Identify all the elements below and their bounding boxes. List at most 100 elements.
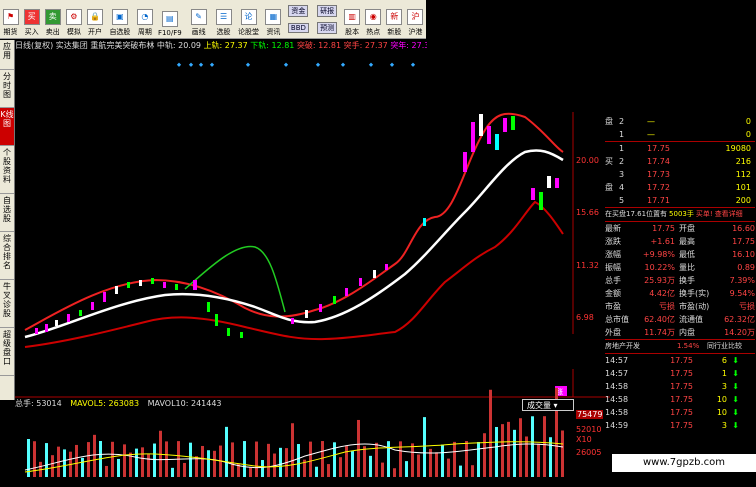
volume-bar	[231, 442, 234, 477]
quote-row: 最新 17.75 开盘 16.60	[605, 222, 755, 235]
indicator-upper: 上轨: 27.37	[203, 41, 248, 50]
quote-value: 14.20万	[724, 328, 755, 337]
sidebar-item-app[interactable]: 应用	[0, 40, 14, 70]
sidebar-item-super-order[interactable]: 超级盘口	[0, 328, 14, 376]
sidebar-item-ranking[interactable]: 综合排名	[0, 232, 14, 280]
tick-price: 17.75	[670, 382, 693, 391]
draw-line-button[interactable]: ✎ 画线	[184, 0, 213, 38]
sector-row[interactable]: 房地产开发 1.54% 同行业比较	[605, 339, 755, 353]
share-capital-button[interactable]: ▥ 股本	[342, 0, 363, 38]
tick-volume: 10	[716, 408, 727, 417]
volume-bar	[471, 465, 474, 477]
forum-button[interactable]: 论论股堂	[234, 0, 263, 38]
f10-button[interactable]: ▤ F10/F9	[155, 0, 184, 38]
quote-row: 振幅 10.22% 量比 0.89	[605, 261, 755, 274]
period-button[interactable]: ◔ 周期	[134, 0, 155, 38]
volume-bar	[243, 441, 246, 477]
volume-bar	[207, 450, 210, 477]
volume-bar	[63, 449, 66, 477]
tick-row: 14:57 17.75 1 ⬇	[605, 367, 755, 380]
indicator-lower: 下轨: 12.81	[250, 41, 295, 50]
volume-bar	[495, 426, 498, 477]
sidebar-item-kline[interactable]: K线图	[0, 108, 14, 146]
fund-bbd-group: 资金 BBD	[284, 0, 313, 38]
tick-row: 14:59 17.75 3 ⬇	[605, 419, 755, 432]
quote-value: 17.75	[732, 237, 755, 246]
down-arrow-icon: ⬇	[732, 369, 739, 378]
news-button[interactable]: ▦ 资讯	[263, 0, 284, 38]
report-button[interactable]: 研报	[317, 4, 338, 17]
bbd-button[interactable]: BBD	[287, 23, 309, 33]
volume-bar	[135, 448, 138, 477]
price-tick-3: 11.32	[576, 261, 599, 270]
indicator-info-bar: 日线(复权) 实达集团 重航完美突破布林 中轨: 20.09 上轨: 27.37…	[15, 40, 427, 52]
volume-bar	[81, 457, 84, 477]
quote-value: 25.93万	[644, 276, 675, 285]
volume-bar	[141, 447, 144, 477]
quote-value: 17.75	[652, 224, 675, 233]
large-order-notice[interactable]: 在买盘17.61位置有 5003手 买单! 查看详细	[605, 207, 755, 222]
volume-bar	[477, 441, 480, 477]
quote-label: 流通值	[679, 315, 703, 324]
sell-button[interactable]: 卖卖出	[42, 0, 63, 38]
simulate-icon: ⚙	[65, 9, 82, 25]
futures-icon: ⚑	[2, 9, 19, 25]
sidebar-item-watchlist[interactable]: 自选股	[0, 194, 14, 232]
quote-row: 总市值 62.40亿 流通值 62.32亿	[605, 313, 755, 326]
volume-bar	[423, 417, 426, 477]
quote-row: 外盘 11.74万 内盘 14.20万	[605, 326, 755, 339]
buy-row: 盘 4 17.72 101	[605, 183, 751, 192]
volume-bar	[309, 441, 312, 477]
quote-label: 最低	[679, 250, 695, 259]
quote-value: 62.40亿	[644, 315, 675, 324]
futures-button[interactable]: ⚑ 期货	[0, 0, 21, 38]
quote-label: 换手	[679, 276, 695, 285]
buy-icon: 买	[23, 9, 40, 25]
kline-chart[interactable]: 20.00 15.66 11.32 6.98 涨	[15, 52, 610, 482]
quote-value: 10.22%	[644, 263, 675, 272]
bollinger-mid-line	[24, 149, 564, 339]
forum-icon: 论	[240, 9, 257, 25]
share-capital-icon: ▥	[344, 9, 361, 25]
sidebar-item-diagnosis[interactable]: 牛叉诊股	[0, 280, 14, 328]
quote-value: 0.89	[737, 263, 755, 272]
volume-bar	[297, 444, 300, 477]
tick-volume: 3	[721, 421, 727, 430]
open-account-button[interactable]: 🔒 开户	[84, 0, 105, 38]
sidebar-item-timeshare[interactable]: 分时图	[0, 70, 14, 108]
tick-volume: 3	[721, 382, 727, 391]
quote-row: 涨跌 +1.61 最高 17.75	[605, 235, 755, 248]
stock-select-button[interactable]: ☰ 选股	[213, 0, 234, 38]
f10-icon: ▤	[161, 11, 178, 27]
new-stock-button[interactable]: 新新股	[384, 0, 405, 38]
fund-button[interactable]: 资金	[288, 5, 309, 17]
buy-row: 1 17.75 19080	[619, 144, 751, 153]
buy-row: 3 17.73 112	[619, 170, 751, 179]
buy-button[interactable]: 买买入	[21, 0, 42, 38]
volume-bar	[345, 445, 348, 477]
volume-bar	[411, 443, 414, 477]
hk-connect-button[interactable]: 沪沪港	[405, 0, 426, 38]
volume-bar	[225, 426, 228, 477]
draw-line-icon: ✎	[190, 9, 207, 25]
volume-bar	[537, 443, 540, 477]
volume-bar	[213, 450, 216, 477]
open-account-icon: 🔒	[86, 9, 103, 25]
hotspot-button[interactable]: ◉ 热点	[363, 0, 384, 38]
indicator-select[interactable]: 成交量 ▾	[522, 399, 574, 411]
forecast-button[interactable]: 预测	[317, 21, 338, 34]
mavol5-label: MAVOL5: 263083	[70, 399, 140, 408]
volume-bar	[117, 458, 120, 477]
quote-label: 振幅	[605, 263, 621, 272]
tick-row: 14:58 17.75 3 ⬇	[605, 380, 755, 393]
volume-bar	[441, 444, 444, 477]
quote-value: 4.42亿	[649, 289, 675, 298]
quote-label: 最高	[679, 237, 695, 246]
watchlist-button[interactable]: ▣ 自选股	[106, 0, 135, 38]
quote-label: 开盘	[679, 224, 695, 233]
quote-value: +9.98%	[642, 250, 675, 259]
stock-select-icon: ☰	[215, 9, 232, 25]
sidebar-item-stock-info[interactable]: 个股资料	[0, 146, 14, 194]
tick-row: 14:57 17.75 6 ⬇	[605, 354, 755, 367]
simulate-button[interactable]: ⚙ 模拟	[63, 0, 84, 38]
